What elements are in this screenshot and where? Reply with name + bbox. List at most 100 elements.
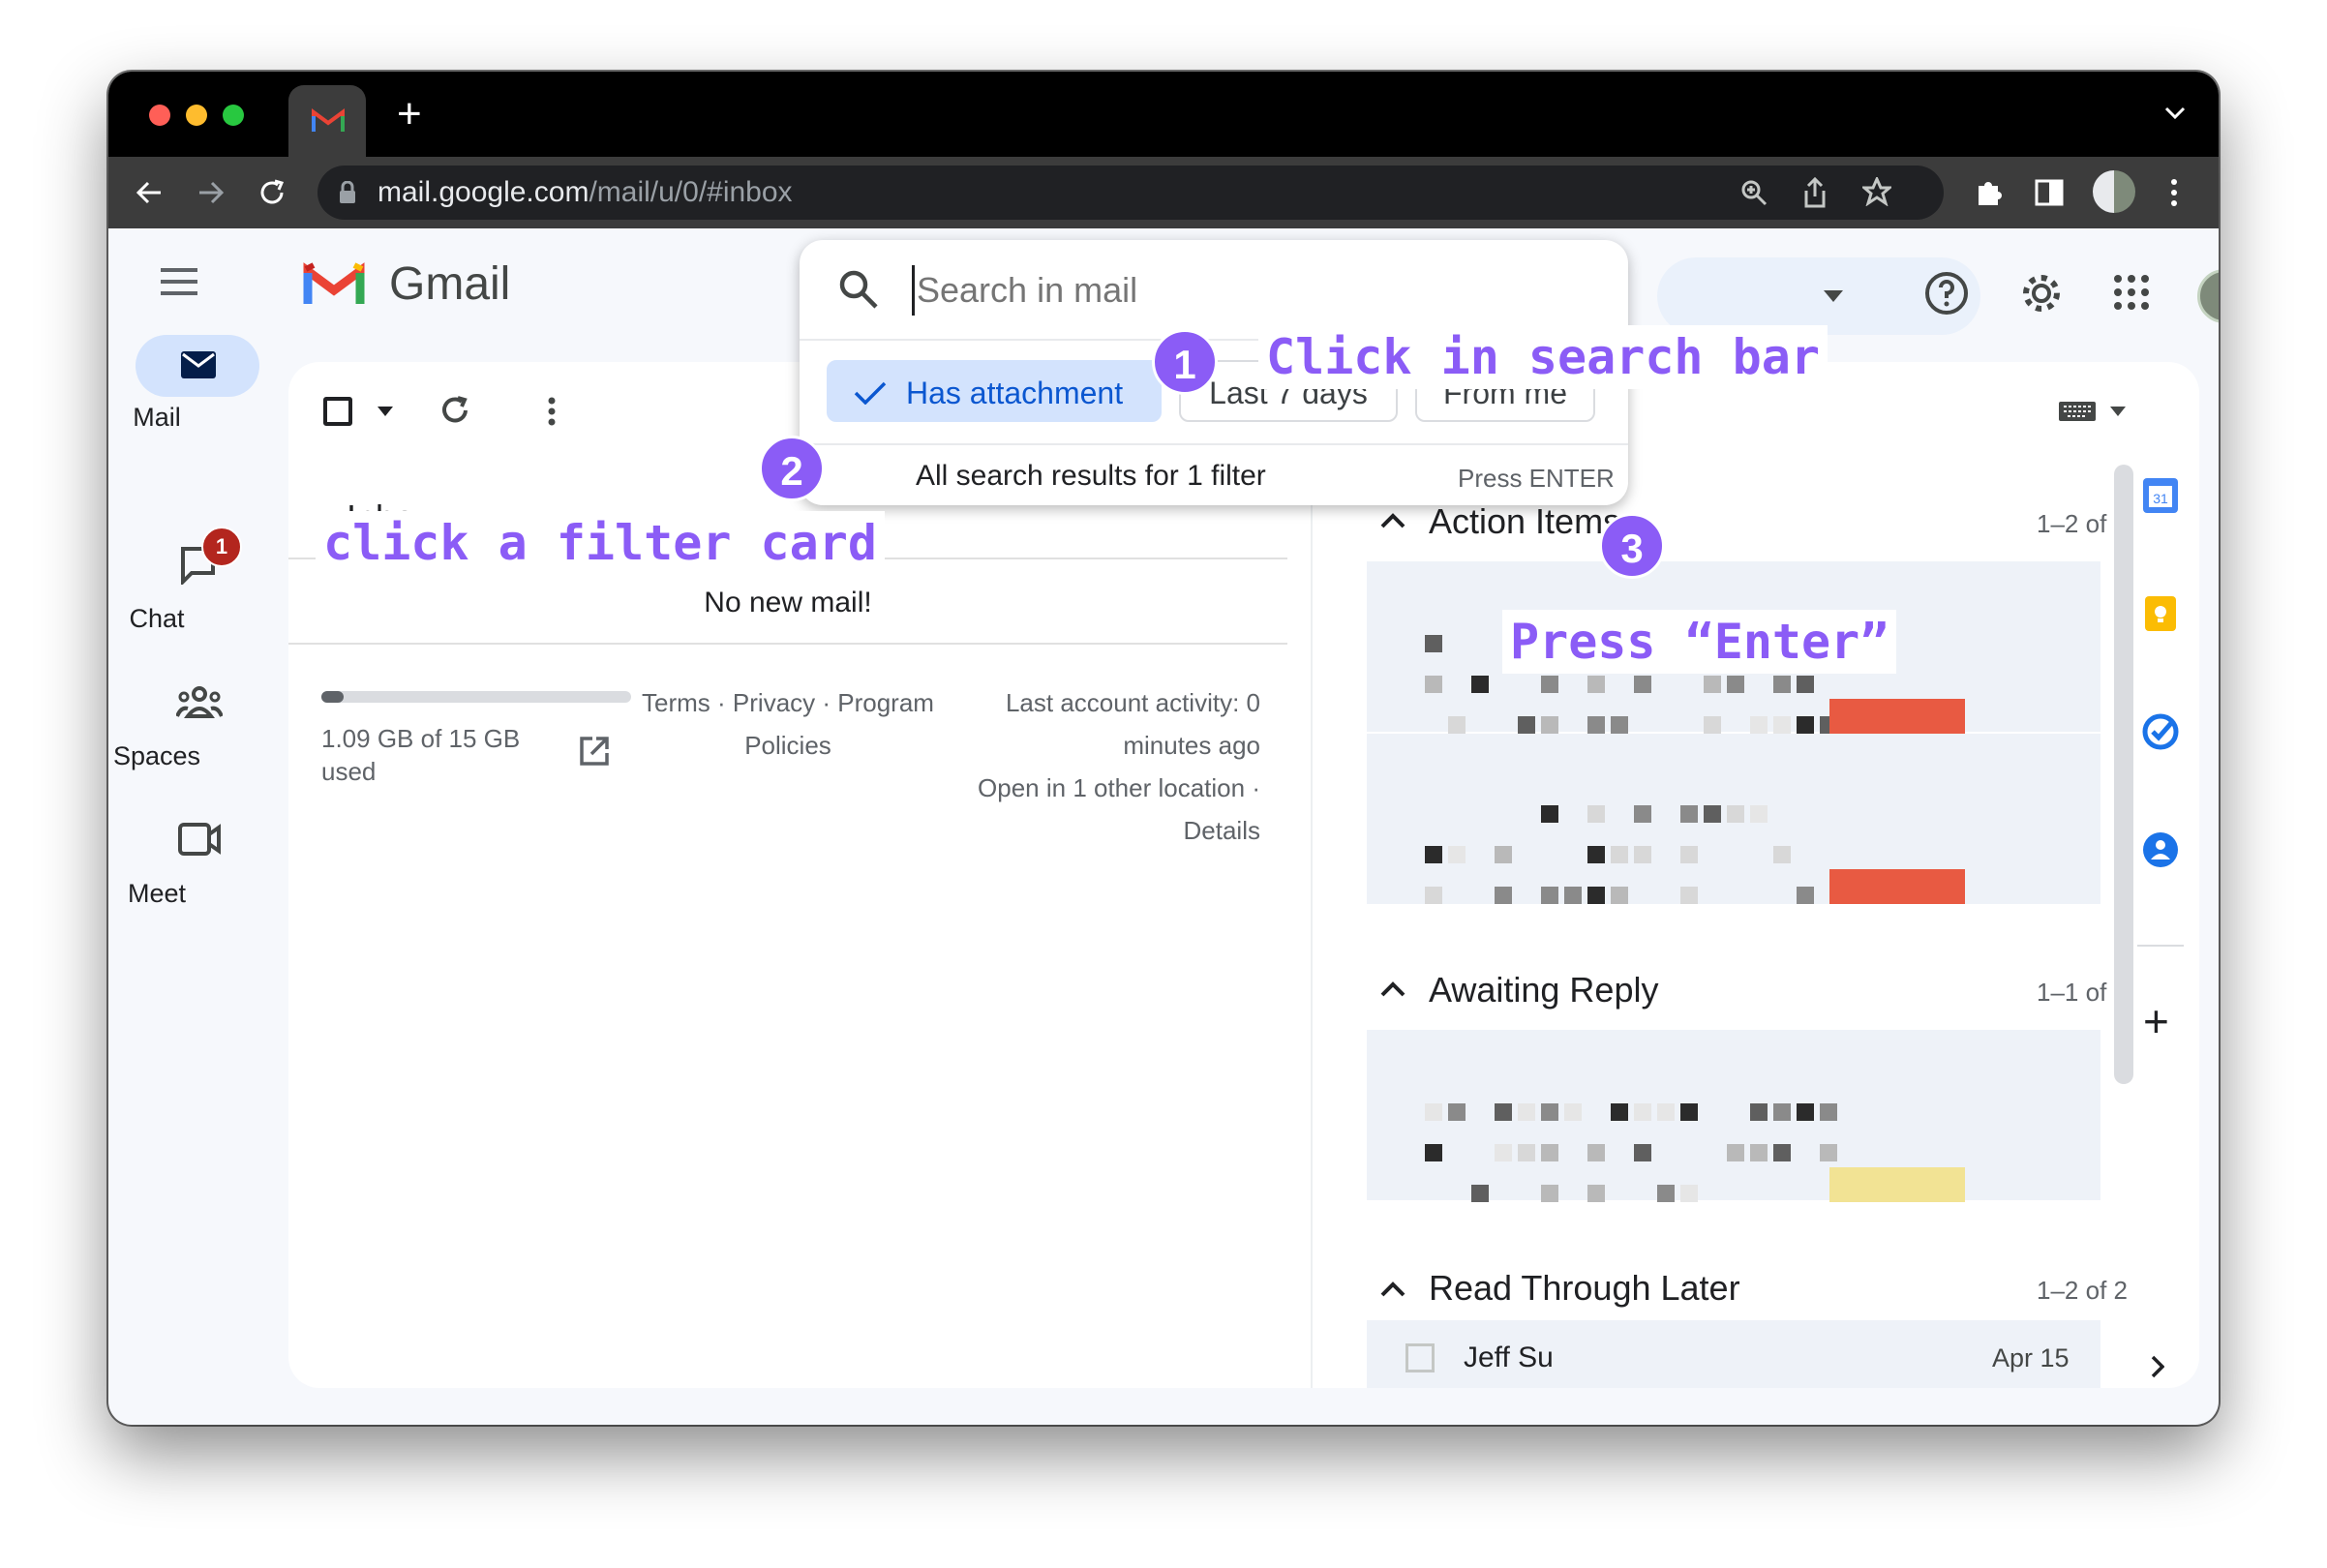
pixel-block (1448, 846, 1466, 863)
other-location-details-link[interactable]: Open in 1 other location · Details (927, 767, 1260, 852)
section-count: 1–1 of 1 (2037, 978, 2128, 1007)
all-search-results-link[interactable]: All search results for 1 filter (916, 455, 1266, 498)
no-new-mail-message: No new mail! (704, 587, 872, 618)
zoom-icon[interactable] (1740, 179, 1768, 206)
row-checkbox[interactable] (1405, 1343, 1435, 1372)
pixel-block (1541, 716, 1558, 734)
pixel-highlight-block (1829, 699, 1965, 734)
meet-icon[interactable] (178, 823, 221, 856)
manage-storage-open-icon[interactable] (579, 736, 610, 767)
pixel-block (1587, 805, 1605, 823)
divider (800, 443, 1628, 445)
gmail-logo-icon[interactable] (302, 259, 366, 308)
chip-has-attachment[interactable]: Has attachment (827, 360, 1162, 422)
search-icon[interactable] (838, 269, 879, 310)
select-all-checkbox[interactable] (323, 397, 352, 426)
expand-side-panel-chevron-icon[interactable] (2151, 1355, 2164, 1378)
tab-list-chevron-icon[interactable] (2164, 106, 2186, 120)
reload-icon[interactable] (257, 178, 287, 207)
search-options-caret-icon[interactable] (1824, 290, 1843, 302)
sidebar-item-spaces[interactable]: Spaces (108, 741, 219, 771)
share-icon[interactable] (1802, 177, 1828, 208)
chat-unread-badge: 1 (201, 527, 242, 567)
input-tools-caret-icon[interactable] (2110, 407, 2126, 416)
pixel-block (1518, 1144, 1535, 1161)
collapse-chevron-icon[interactable] (1380, 981, 1405, 997)
section-title-read-through-later[interactable]: Read Through Later (1429, 1268, 1740, 1309)
pixel-block (1425, 846, 1442, 863)
pixel-block (1541, 676, 1558, 693)
sidebar-item-mail[interactable]: Mail (108, 403, 219, 433)
pixel-block (1541, 1103, 1558, 1121)
storage-bar-fill (321, 691, 345, 703)
pixel-block (1727, 676, 1744, 693)
browser-tab-gmail[interactable] (288, 85, 366, 157)
browser-menu-kebab-icon[interactable] (2170, 178, 2178, 207)
browser-toolbar: mail.google.com/mail/u/0/#inbox (108, 157, 2219, 228)
spaces-icon[interactable] (176, 685, 223, 718)
close-window-button[interactable] (149, 105, 170, 126)
back-arrow-icon[interactable] (136, 180, 163, 205)
help-icon[interactable] (1924, 271, 1969, 316)
section-count: 1–2 of 2 (2037, 1276, 2128, 1305)
address-bar[interactable]: mail.google.com/mail/u/0/#inbox (317, 166, 1944, 220)
get-addons-plus-icon[interactable]: + (2143, 999, 2169, 1043)
pixel-block (1587, 887, 1605, 904)
tasks-icon[interactable] (2141, 712, 2180, 751)
gmail-brand-text: Gmail (389, 258, 511, 310)
mail-icon[interactable] (180, 350, 217, 379)
email-row-pixelated[interactable] (1367, 1030, 2100, 1200)
keyboard-icon[interactable] (2058, 401, 2097, 422)
google-apps-grid-icon[interactable] (2112, 273, 2151, 312)
pixel-block (1587, 1185, 1605, 1202)
extensions-puzzle-icon[interactable] (1975, 178, 2004, 207)
pixel-block (1797, 676, 1814, 693)
email-row-jeff-su[interactable]: Jeff Su Apr 15 (1367, 1320, 2100, 1388)
pixel-block (1541, 1144, 1558, 1161)
minimize-window-button[interactable] (186, 105, 207, 126)
annotation-step-3-text: Press “Enter” (1502, 610, 1897, 674)
footer-links[interactable]: Terms · Privacy · Program Policies (633, 681, 943, 767)
last-account-activity: Last account activity: 0 minutes ago (1005, 688, 1260, 760)
pixel-block (1797, 716, 1814, 734)
search-input[interactable] (912, 265, 1161, 316)
maximize-window-button[interactable] (223, 105, 244, 126)
scrollbar-thumb[interactable] (2114, 465, 2133, 1084)
bookmark-star-icon[interactable] (1862, 177, 1891, 206)
pixel-block (1750, 1144, 1768, 1161)
settings-gear-icon[interactable] (2019, 271, 2064, 316)
collapse-chevron-icon[interactable] (1380, 1282, 1405, 1297)
pixel-block (1518, 716, 1535, 734)
collapse-chevron-icon[interactable] (1380, 513, 1405, 528)
side-panel-icon[interactable] (2035, 178, 2064, 207)
pixel-block (1750, 1103, 1768, 1121)
sidebar-item-meet[interactable]: Meet (108, 879, 219, 909)
new-tab-button[interactable]: + (397, 93, 422, 136)
select-dropdown-caret-icon[interactable] (378, 407, 393, 416)
profile-avatar[interactable] (2093, 170, 2135, 213)
pixel-block (1425, 676, 1442, 693)
sidebar-item-chat[interactable]: Chat (108, 604, 219, 634)
pixel-block (1448, 716, 1466, 734)
svg-text:31: 31 (2153, 491, 2168, 506)
section-title-action-items[interactable]: Action Items (1429, 501, 1620, 542)
account-avatar[interactable] (2197, 269, 2219, 323)
refresh-icon[interactable] (439, 395, 470, 426)
pixel-block (1611, 846, 1628, 863)
browser-titlebar: + (108, 72, 2219, 157)
keep-icon[interactable] (2141, 594, 2180, 633)
pixel-block (1471, 676, 1489, 693)
contacts-icon[interactable] (2141, 830, 2180, 869)
more-actions-kebab-icon[interactable] (548, 397, 556, 426)
main-menu-hamburger-icon[interactable] (159, 267, 199, 296)
forward-arrow-icon[interactable] (197, 180, 225, 205)
gmail-favicon-icon (312, 108, 345, 134)
pixel-block (1773, 1103, 1791, 1121)
pixel-block (1820, 1103, 1837, 1121)
section-title-awaiting-reply[interactable]: Awaiting Reply (1429, 970, 1658, 1010)
pixel-block (1680, 1103, 1698, 1121)
pixel-block (1657, 1103, 1675, 1121)
pixel-block (1634, 1103, 1651, 1121)
calendar-icon[interactable]: 31 (2141, 476, 2180, 515)
multiple-inbox-panel: Action Items 1–2 of 2 Awaiting Reply 1–1… (1332, 362, 2199, 1388)
